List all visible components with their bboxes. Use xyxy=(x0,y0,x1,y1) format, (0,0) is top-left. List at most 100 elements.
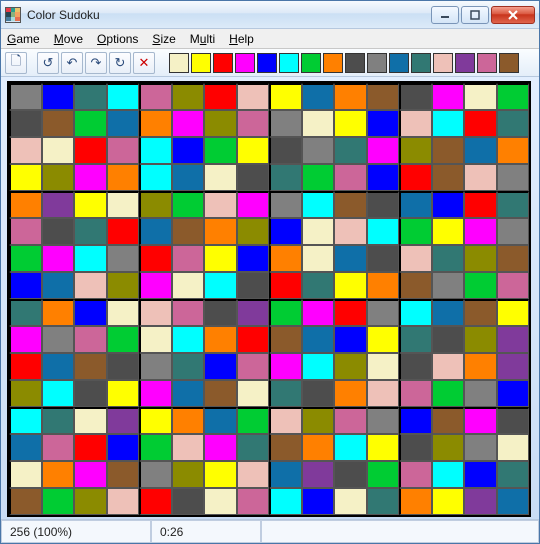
cell-9-13[interactable] xyxy=(432,326,465,353)
cell-11-8[interactable] xyxy=(269,380,302,407)
cell-12-1[interactable] xyxy=(42,407,75,434)
palette-color-0[interactable] xyxy=(169,53,189,73)
cell-4-8[interactable] xyxy=(269,191,302,218)
cell-11-9[interactable] xyxy=(302,380,335,407)
cell-0-7[interactable] xyxy=(237,83,270,110)
cell-3-3[interactable] xyxy=(107,164,140,191)
cell-4-4[interactable] xyxy=(139,191,172,218)
cell-1-3[interactable] xyxy=(107,110,140,137)
cell-15-14[interactable] xyxy=(464,488,497,515)
cell-15-12[interactable] xyxy=(399,488,432,515)
cell-0-3[interactable] xyxy=(107,83,140,110)
cell-12-8[interactable] xyxy=(269,407,302,434)
cell-8-3[interactable] xyxy=(107,299,140,326)
cell-10-7[interactable] xyxy=(237,353,270,380)
menu-options[interactable]: Options xyxy=(97,32,138,46)
cell-10-13[interactable] xyxy=(432,353,465,380)
cell-1-14[interactable] xyxy=(464,110,497,137)
menu-help[interactable]: Help xyxy=(229,32,254,46)
cell-1-0[interactable] xyxy=(9,110,42,137)
cell-14-13[interactable] xyxy=(432,461,465,488)
cell-4-5[interactable] xyxy=(172,191,205,218)
cell-0-5[interactable] xyxy=(172,83,205,110)
maximize-button[interactable] xyxy=(461,6,489,24)
cell-12-2[interactable] xyxy=(74,407,107,434)
cell-8-7[interactable] xyxy=(237,299,270,326)
cell-2-5[interactable] xyxy=(172,137,205,164)
cell-10-6[interactable] xyxy=(204,353,237,380)
cell-9-11[interactable] xyxy=(367,326,400,353)
cell-11-4[interactable] xyxy=(139,380,172,407)
menu-move[interactable]: Move xyxy=(54,32,83,46)
palette-color-1[interactable] xyxy=(191,53,211,73)
cell-15-11[interactable] xyxy=(367,488,400,515)
cell-0-6[interactable] xyxy=(204,83,237,110)
cell-13-10[interactable] xyxy=(334,434,367,461)
cell-7-12[interactable] xyxy=(399,272,432,299)
cell-10-14[interactable] xyxy=(464,353,497,380)
sudoku-board[interactable] xyxy=(7,81,531,517)
cell-5-5[interactable] xyxy=(172,218,205,245)
cell-7-5[interactable] xyxy=(172,272,205,299)
cell-8-5[interactable] xyxy=(172,299,205,326)
cell-14-5[interactable] xyxy=(172,461,205,488)
cell-12-5[interactable] xyxy=(172,407,205,434)
cell-2-10[interactable] xyxy=(334,137,367,164)
cell-9-1[interactable] xyxy=(42,326,75,353)
palette-color-2[interactable] xyxy=(213,53,233,73)
cell-7-6[interactable] xyxy=(204,272,237,299)
palette-color-7[interactable] xyxy=(323,53,343,73)
cell-5-8[interactable] xyxy=(269,218,302,245)
cell-14-3[interactable] xyxy=(107,461,140,488)
clear-icon[interactable]: ✕ xyxy=(133,52,155,74)
cell-13-2[interactable] xyxy=(74,434,107,461)
cell-1-1[interactable] xyxy=(42,110,75,137)
cell-7-14[interactable] xyxy=(464,272,497,299)
cell-15-8[interactable] xyxy=(269,488,302,515)
cell-5-4[interactable] xyxy=(139,218,172,245)
cell-1-13[interactable] xyxy=(432,110,465,137)
cell-13-0[interactable] xyxy=(9,434,42,461)
cell-0-11[interactable] xyxy=(367,83,400,110)
cell-2-0[interactable] xyxy=(9,137,42,164)
cell-15-0[interactable] xyxy=(9,488,42,515)
cell-14-1[interactable] xyxy=(42,461,75,488)
cell-9-3[interactable] xyxy=(107,326,140,353)
cell-7-11[interactable] xyxy=(367,272,400,299)
cell-5-10[interactable] xyxy=(334,218,367,245)
cell-3-5[interactable] xyxy=(172,164,205,191)
cell-10-4[interactable] xyxy=(139,353,172,380)
cell-4-2[interactable] xyxy=(74,191,107,218)
cell-11-3[interactable] xyxy=(107,380,140,407)
cell-11-2[interactable] xyxy=(74,380,107,407)
cell-13-5[interactable] xyxy=(172,434,205,461)
cell-0-14[interactable] xyxy=(464,83,497,110)
cell-2-9[interactable] xyxy=(302,137,335,164)
cell-9-2[interactable] xyxy=(74,326,107,353)
cell-0-13[interactable] xyxy=(432,83,465,110)
cell-14-9[interactable] xyxy=(302,461,335,488)
palette-color-3[interactable] xyxy=(235,53,255,73)
cell-12-9[interactable] xyxy=(302,407,335,434)
cell-14-15[interactable] xyxy=(497,461,530,488)
cell-9-9[interactable] xyxy=(302,326,335,353)
cell-15-10[interactable] xyxy=(334,488,367,515)
cell-10-5[interactable] xyxy=(172,353,205,380)
cell-12-6[interactable] xyxy=(204,407,237,434)
cell-4-3[interactable] xyxy=(107,191,140,218)
cell-8-12[interactable] xyxy=(399,299,432,326)
cell-3-4[interactable] xyxy=(139,164,172,191)
cell-4-15[interactable] xyxy=(497,191,530,218)
cell-8-11[interactable] xyxy=(367,299,400,326)
cell-9-0[interactable] xyxy=(9,326,42,353)
cell-1-15[interactable] xyxy=(497,110,530,137)
cell-8-6[interactable] xyxy=(204,299,237,326)
cell-4-11[interactable] xyxy=(367,191,400,218)
cell-1-7[interactable] xyxy=(237,110,270,137)
cell-9-4[interactable] xyxy=(139,326,172,353)
cell-13-8[interactable] xyxy=(269,434,302,461)
cell-14-6[interactable] xyxy=(204,461,237,488)
cell-3-1[interactable] xyxy=(42,164,75,191)
cell-12-3[interactable] xyxy=(107,407,140,434)
cell-11-5[interactable] xyxy=(172,380,205,407)
